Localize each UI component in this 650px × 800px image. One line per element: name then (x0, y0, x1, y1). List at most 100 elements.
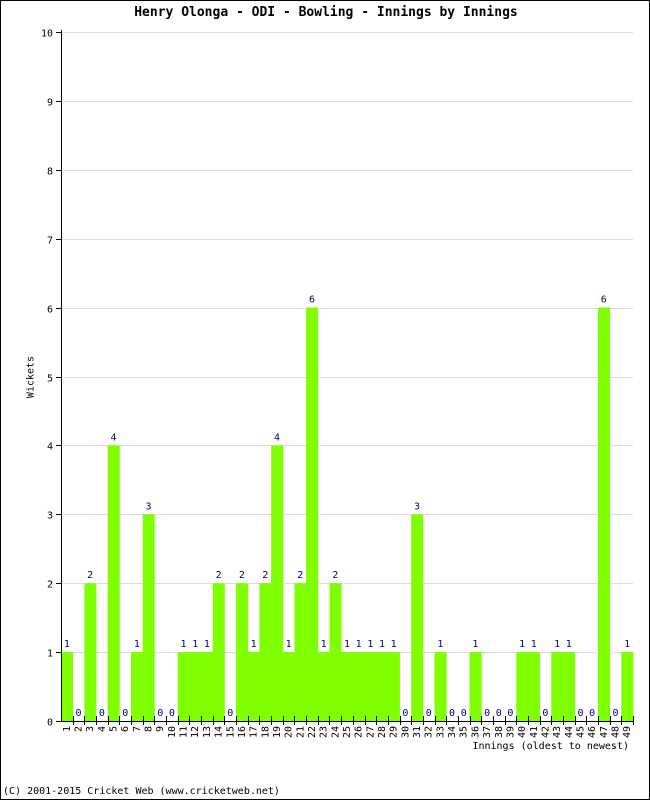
data-label: 1 (519, 639, 525, 650)
bar (434, 652, 447, 721)
data-label: 2 (297, 570, 303, 581)
data-label: 1 (192, 639, 198, 650)
data-label: 4 (111, 432, 117, 443)
data-label: 3 (414, 501, 420, 512)
data-label: 1 (344, 639, 350, 650)
data-label: 0 (449, 708, 455, 719)
x-tick-label: 20 (284, 726, 295, 738)
x-tick-label: 8 (144, 726, 155, 732)
bar (562, 652, 576, 721)
bar (352, 652, 365, 721)
data-label: 0 (227, 708, 233, 719)
data-label: 1 (391, 639, 397, 650)
x-tick-label: 49 (622, 726, 633, 738)
data-label: 2 (239, 570, 245, 581)
data-label: 0 (496, 708, 502, 719)
bar (597, 307, 611, 721)
x-tick-label: 47 (599, 726, 610, 738)
data-label: 1 (181, 639, 187, 650)
x-tick-label: 39 (505, 726, 516, 738)
x-tick-label: 9 (155, 726, 166, 732)
x-tick-label: 10 (167, 726, 178, 738)
data-label: 1 (379, 639, 385, 650)
bar (387, 652, 400, 721)
x-tick-label: 26 (354, 726, 365, 738)
data-label: 2 (332, 570, 338, 581)
y-tick-label: 1 (47, 649, 53, 660)
bar (329, 583, 342, 721)
data-label: 1 (286, 639, 292, 650)
bar (469, 652, 482, 721)
bar (376, 652, 389, 721)
x-tick-label: 40 (517, 726, 528, 738)
x-tick-label: 17 (249, 726, 260, 738)
data-label: 1 (554, 639, 560, 650)
data-label: 1 (437, 639, 443, 650)
bar (317, 652, 330, 721)
x-tick-label: 41 (529, 726, 540, 738)
x-tick-label: 44 (564, 726, 575, 738)
data-label: 1 (134, 639, 140, 650)
y-tick-label: 0 (47, 718, 53, 729)
y-tick-label: 7 (47, 236, 53, 247)
data-label: 1 (472, 639, 478, 650)
x-tick-label: 18 (260, 726, 271, 738)
x-tick-label: 48 (610, 726, 621, 738)
data-label: 0 (589, 708, 595, 719)
bar (341, 652, 354, 721)
data-label: 1 (204, 639, 210, 650)
x-tick-label: 14 (214, 726, 225, 738)
data-label: 0 (542, 708, 548, 719)
x-tick-label: 46 (587, 726, 598, 738)
data-label: 6 (309, 295, 315, 306)
data-label: 0 (122, 708, 128, 719)
bar (282, 652, 295, 721)
bar (516, 652, 529, 721)
data-label: 0 (157, 708, 163, 719)
bar (411, 514, 424, 721)
bar (551, 652, 564, 721)
x-tick-label: 37 (482, 726, 493, 738)
x-tick-label: 4 (97, 726, 108, 732)
data-label: 2 (262, 570, 268, 581)
data-label: 1 (251, 639, 257, 650)
data-label: 0 (507, 708, 513, 719)
data-label: 0 (612, 708, 618, 719)
x-tick-label: 32 (424, 726, 435, 738)
y-tick-label: 10 (41, 29, 53, 40)
x-tick-label: 36 (470, 726, 481, 738)
bar (247, 652, 260, 721)
x-tick-label: 3 (85, 726, 96, 732)
data-label: 1 (531, 639, 537, 650)
y-tick-label: 2 (47, 580, 53, 591)
x-tick-label: 25 (342, 726, 353, 738)
data-label: 4 (274, 432, 280, 443)
x-tick-label: 30 (400, 726, 411, 738)
bar (142, 514, 155, 721)
x-tick-label: 35 (459, 726, 470, 738)
chart-frame: Henry Olonga - ODI - Bowling - Innings b… (0, 0, 650, 800)
data-label: 0 (461, 708, 467, 719)
bar (84, 583, 97, 721)
data-label: 0 (402, 708, 408, 719)
x-tick-label: 42 (540, 726, 551, 738)
data-label: 1 (624, 639, 630, 650)
x-tick-label: 7 (132, 726, 143, 732)
bar (131, 652, 144, 721)
bar (177, 652, 190, 721)
x-tick-label: 19 (272, 726, 283, 738)
data-label: 6 (601, 295, 607, 306)
x-tick-label: 43 (552, 726, 563, 738)
bar (306, 307, 319, 721)
x-tick-label: 23 (319, 726, 330, 738)
bar (294, 583, 307, 721)
y-tick-label: 4 (47, 442, 53, 453)
bar (621, 652, 634, 721)
y-tick-label: 6 (47, 305, 53, 316)
data-label: 2 (216, 570, 222, 581)
x-tick-label: 27 (365, 726, 376, 738)
bar (236, 583, 249, 721)
bar (61, 652, 74, 721)
data-label: 0 (426, 708, 432, 719)
bar (527, 652, 541, 721)
